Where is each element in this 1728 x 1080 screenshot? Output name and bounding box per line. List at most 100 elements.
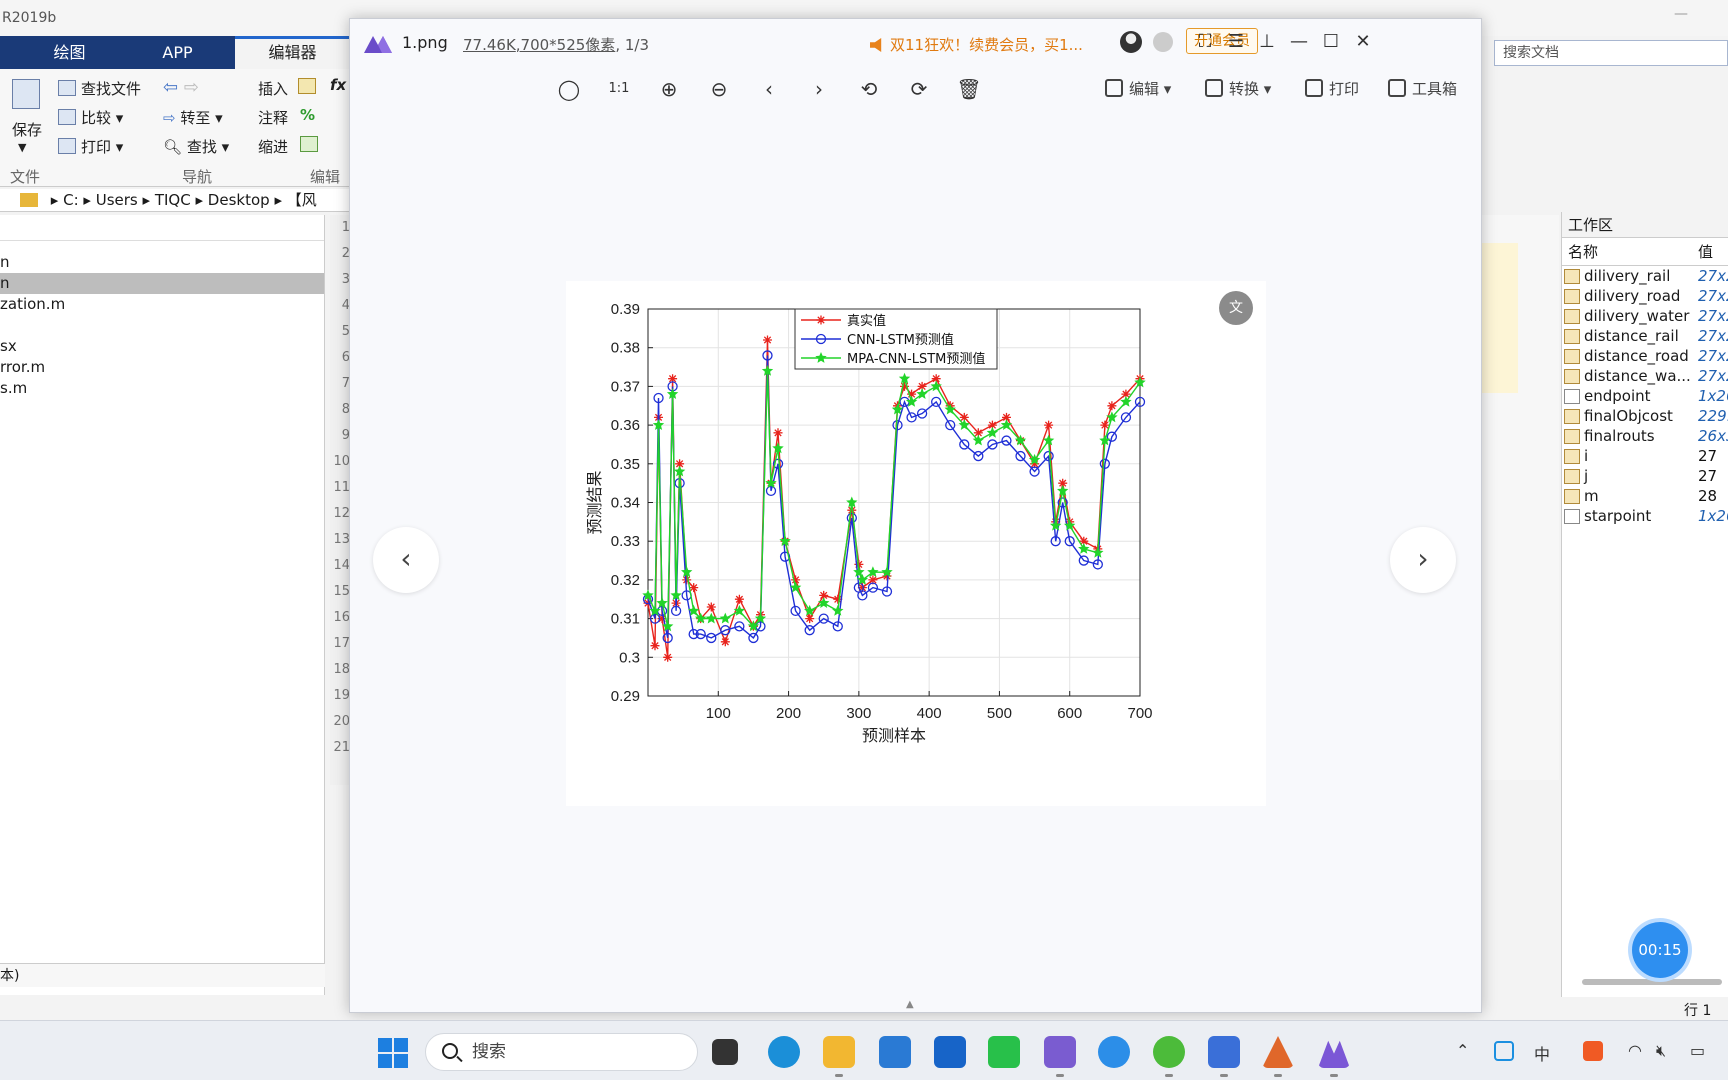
- volume-muted-icon[interactable]: 🔇︎: [1656, 1041, 1666, 1061]
- workspace-variable-row[interactable]: m 28: [1562, 486, 1728, 506]
- windows-start-icon[interactable]: [378, 1038, 408, 1068]
- find-button[interactable]: 🔍︎ 查找 ▾: [163, 136, 229, 157]
- workspace-variable-row[interactable]: starpoint 1x26: [1562, 506, 1728, 526]
- wechat-icon[interactable]: [988, 1036, 1020, 1068]
- pin-icon[interactable]: ⊥: [1254, 29, 1280, 55]
- column-value-header[interactable]: 值: [1698, 238, 1713, 266]
- coin-icon[interactable]: [1153, 32, 1173, 52]
- minimize-icon[interactable]: —: [1286, 29, 1312, 55]
- menu-icon[interactable]: ☰: [1223, 29, 1249, 55]
- chevron-down-icon[interactable]: ▼: [18, 141, 26, 154]
- path-segment[interactable]: 【风: [287, 191, 317, 209]
- tray-app-icon[interactable]: [1494, 1041, 1514, 1061]
- workspace-variable-row[interactable]: distance_rail 27x2: [1562, 326, 1728, 346]
- compare-button[interactable]: 比较 ▾: [58, 107, 123, 128]
- file-info[interactable]: 77.46K,700*525像素, 1/3: [463, 34, 649, 55]
- save-icon[interactable]: [12, 79, 40, 109]
- zoom-in-icon[interactable]: ⊕: [654, 71, 684, 107]
- tab-plots[interactable]: 绘图: [22, 36, 117, 69]
- avatar[interactable]: [1120, 31, 1142, 53]
- save-button[interactable]: 保存: [12, 119, 42, 140]
- wifi-icon[interactable]: ◠: [1628, 1041, 1642, 1060]
- workspace-variable-row[interactable]: finalrouts 26x3: [1562, 426, 1728, 446]
- zoom-out-icon[interactable]: ⊖: [704, 71, 734, 107]
- workspace-variable-row[interactable]: dilivery_road 27x2: [1562, 286, 1728, 306]
- recording-timer[interactable]: 00:15: [1632, 922, 1688, 978]
- image-viewer-icon[interactable]: [1318, 1040, 1350, 1068]
- snipping-tool-icon[interactable]: [1044, 1036, 1076, 1068]
- fx-button[interactable]: fx: [330, 76, 346, 94]
- file-item[interactable]: s.m: [0, 378, 324, 399]
- tab-editor[interactable]: 编辑器: [235, 36, 350, 69]
- back-arrow-icon[interactable]: ⇦ ⇨: [163, 77, 199, 98]
- mouse-mode-icon[interactable]: ◯: [554, 71, 584, 107]
- comment-button[interactable]: 注释: [258, 107, 288, 128]
- matlab-icon[interactable]: [1262, 1036, 1294, 1068]
- percent-icon[interactable]: %: [300, 106, 315, 124]
- insert-section-icon[interactable]: [298, 78, 321, 96]
- workspace-variable-row[interactable]: dilivery_rail 27x2: [1562, 266, 1728, 286]
- workspace-variable-row[interactable]: dilivery_water 27x2: [1562, 306, 1728, 326]
- tab-apps[interactable]: APP: [130, 36, 225, 69]
- taskbar-search[interactable]: 搜索: [425, 1033, 698, 1071]
- prev-image-button[interactable]: ‹: [373, 527, 439, 593]
- notepad-icon[interactable]: [1208, 1036, 1240, 1068]
- convert-button[interactable]: 转换 ▾: [1205, 71, 1271, 107]
- workspace-variable-row[interactable]: distance_wa... 27x2: [1562, 366, 1728, 386]
- smart-indent-icon[interactable]: [300, 136, 323, 154]
- battery-icon[interactable]: ▭: [1690, 1041, 1705, 1060]
- edge-icon[interactable]: [768, 1036, 800, 1068]
- file-item[interactable]: rror.m: [0, 357, 324, 378]
- file-item[interactable]: n: [0, 252, 324, 273]
- workspace-variable-row[interactable]: distance_road 27x2: [1562, 346, 1728, 366]
- workspace-variable-row[interactable]: endpoint 1x26: [1562, 386, 1728, 406]
- actual-size-icon[interactable]: 1:1: [604, 71, 634, 107]
- lenovo-icon[interactable]: [934, 1036, 966, 1068]
- file-item[interactable]: zation.m: [0, 294, 324, 315]
- rotate-right-icon[interactable]: ⟳: [904, 71, 934, 107]
- workspace-variable-row[interactable]: i 27: [1562, 446, 1728, 466]
- close-icon[interactable]: ✕: [1350, 29, 1376, 55]
- file-explorer-icon[interactable]: [823, 1036, 855, 1068]
- path-segment[interactable]: Desktop: [208, 191, 270, 209]
- browser-icon[interactable]: [1153, 1036, 1185, 1068]
- delete-icon[interactable]: 🗑︎: [954, 71, 984, 107]
- next-icon[interactable]: ›: [804, 71, 834, 107]
- mail-icon[interactable]: [879, 1036, 911, 1068]
- edit-button[interactable]: 编辑 ▾: [1105, 71, 1171, 107]
- ie-icon[interactable]: [1098, 1036, 1130, 1068]
- current-folder-path[interactable]: ▸ C: ▸ Users ▸ TIQC ▸ Desktop ▸ 【风: [0, 189, 350, 212]
- fullscreen-icon[interactable]: ⛶: [1192, 29, 1218, 55]
- file-item[interactable]: sx: [0, 336, 324, 357]
- goto-button[interactable]: ⇨ 转至 ▾: [163, 107, 223, 128]
- file-item-selected[interactable]: n: [0, 273, 324, 294]
- maximize-icon[interactable]: ☐: [1318, 29, 1344, 55]
- toolbox-button[interactable]: 工具箱: [1388, 71, 1457, 107]
- indent-button[interactable]: 缩进: [258, 136, 288, 157]
- workspace-variable-row[interactable]: finalObjcost 229.4: [1562, 406, 1728, 426]
- insert-button[interactable]: 插入: [258, 78, 288, 99]
- path-segment[interactable]: C:: [63, 191, 79, 209]
- find-files-button[interactable]: 查找文件: [58, 78, 141, 99]
- column-name-header[interactable]: 名称: [1568, 238, 1598, 266]
- print-button[interactable]: 打印 ▾: [58, 136, 123, 157]
- ime-icon[interactable]: 中: [1534, 1041, 1550, 1065]
- print-button[interactable]: 打印: [1305, 71, 1359, 107]
- ocr-icon[interactable]: 文: [1219, 291, 1253, 325]
- workspace-variable-row[interactable]: j 27: [1562, 466, 1728, 486]
- previous-icon[interactable]: ‹: [754, 71, 784, 107]
- horizontal-scrollbar[interactable]: [1582, 979, 1722, 985]
- next-image-button[interactable]: ›: [1390, 527, 1456, 593]
- path-segment[interactable]: Users: [96, 191, 138, 209]
- search-documentation-input[interactable]: 搜索文档: [1494, 40, 1728, 66]
- path-segment[interactable]: TIQC: [155, 191, 191, 209]
- promo-banner[interactable]: 双11狂欢！续费会员，买1...: [870, 34, 1083, 55]
- chevron-up-icon[interactable]: ⌃: [1456, 1041, 1469, 1060]
- expand-thumbnails-icon[interactable]: ▲: [906, 999, 914, 1010]
- tray-s-icon[interactable]: [1583, 1041, 1603, 1061]
- minimize-icon[interactable]: —: [1674, 6, 1688, 22]
- rotate-left-icon[interactable]: ⟲: [854, 71, 884, 107]
- file-item[interactable]: [0, 315, 324, 336]
- task-view-icon[interactable]: [712, 1039, 738, 1065]
- details-bar[interactable]: 本): [0, 963, 325, 987]
